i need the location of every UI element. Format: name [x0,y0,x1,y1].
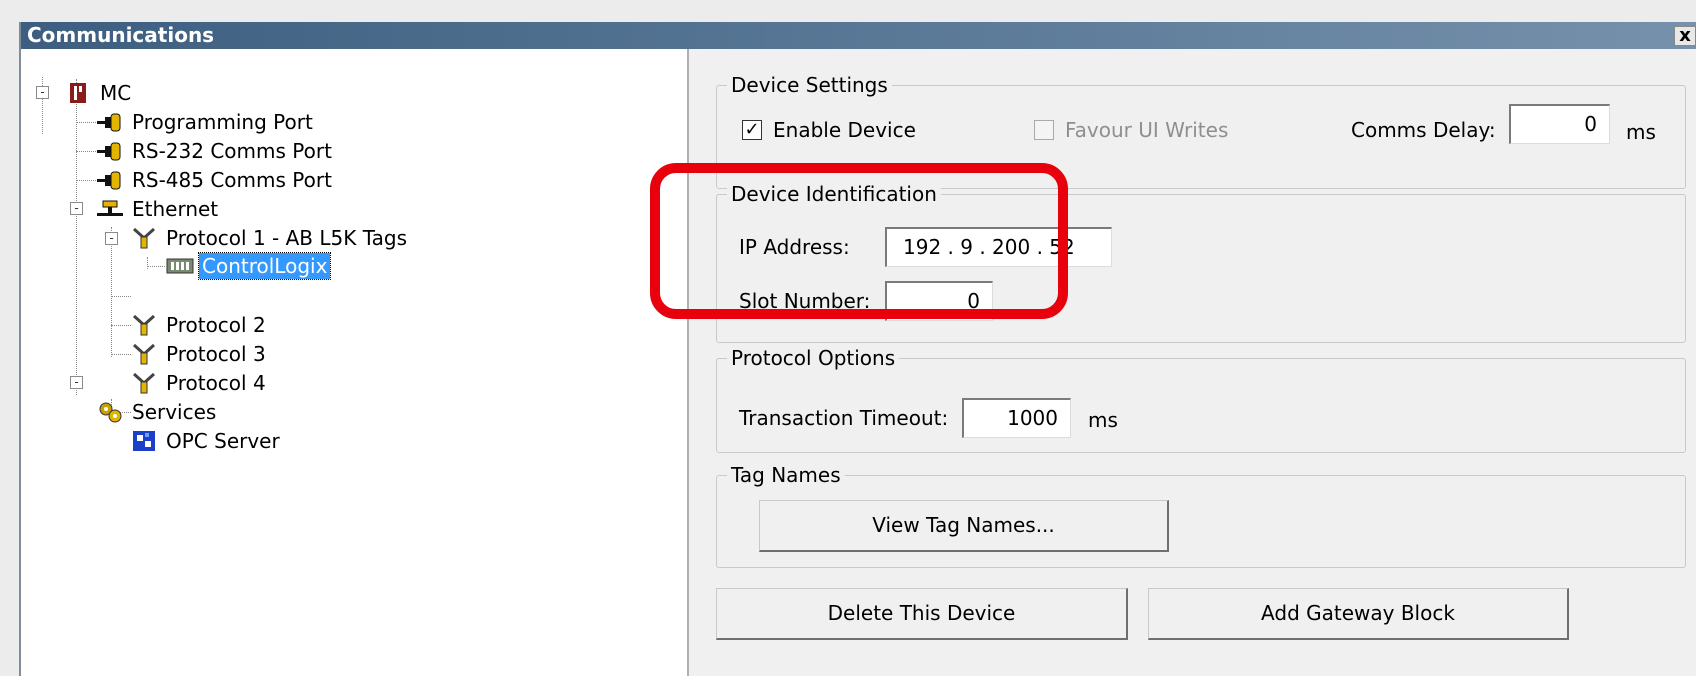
tree-item-mc[interactable]: MC [63,79,134,107]
device-settings-title: Device Settings [727,72,892,98]
transaction-timeout-unit: ms [1088,408,1118,432]
port-connector-icon [95,139,125,163]
tree-item-label: Protocol 2 [166,313,266,337]
comms-delay-input[interactable]: 0 [1509,104,1610,144]
network-icon [95,197,125,221]
close-button[interactable]: x [1674,26,1696,46]
tree-connector [111,227,112,357]
favour-ui-writes-checkbox [1034,120,1054,140]
transaction-timeout-label: Transaction Timeout: [739,406,949,430]
ip-address-label: IP Address: [739,235,850,259]
tree-item-label: Services [132,400,217,424]
tree-item-label: RS-232 Comms Port [132,139,332,163]
view-tag-names-button[interactable]: View Tag Names... [759,500,1169,552]
protocol-icon [129,313,159,337]
protocol-icon [129,371,159,395]
tree-connector [111,296,131,297]
tree-connector [147,257,148,269]
tree-item-protocol-4[interactable]: Protocol 4 [129,369,269,397]
tree-connector [76,180,96,181]
communications-window: Communications x - - - - MC Programming … [19,22,1696,676]
transaction-timeout-input[interactable]: 1000 [962,398,1071,438]
tree-item-label: Protocol 3 [166,342,266,366]
window-titlebar[interactable]: Communications x [21,22,1696,49]
tree-item-rs485-port[interactable]: RS-485 Comms Port [95,166,335,194]
gears-icon [95,400,125,424]
port-connector-icon [95,110,125,134]
device-identification-title: Device Identification [727,181,941,207]
slot-number-input[interactable]: 0 [885,281,993,321]
opc-server-icon [129,429,159,453]
comms-delay-label: Comms Delay: [1351,118,1496,142]
protocol-options-title: Protocol Options [727,345,900,371]
collapse-services-toggle[interactable]: - [70,376,83,389]
tree-item-label: Protocol 4 [166,371,266,395]
tree-item-services[interactable]: Services [95,398,219,426]
tree-connector [147,266,165,267]
tree-item-label-selected: ControlLogix [197,252,332,280]
tree-item-label: OPC Server [166,429,280,453]
tree-item-label: Programming Port [132,110,313,134]
tree-item-ethernet[interactable]: Ethernet [95,195,221,223]
plc-rack-icon [63,81,93,105]
tree-connector [76,151,96,152]
window-title: Communications [27,23,215,47]
controller-module-icon [165,254,195,278]
tree-item-label: Ethernet [132,197,219,221]
tree-connector [111,354,131,355]
tree-connector [76,122,96,123]
slot-number-label: Slot Number: [739,289,871,313]
collapse-protocol1-toggle[interactable]: - [105,232,118,245]
tree-item-label: RS-485 Comms Port [132,168,332,192]
favour-ui-writes-label: Favour UI Writes [1065,118,1229,142]
tag-names-title: Tag Names [727,462,845,488]
device-tree[interactable]: - - - - MC Programming Port RS-232 Comms… [21,49,689,676]
tree-item-rs232-port[interactable]: RS-232 Comms Port [95,137,335,165]
tree-item-label: Protocol 1 - AB L5K Tags [166,226,407,250]
delete-device-button[interactable]: Delete This Device [716,588,1128,640]
enable-device-label[interactable]: Enable Device [773,117,916,143]
tree-connector [111,325,131,326]
tree-item-protocol-2[interactable]: Protocol 2 [129,311,269,339]
comms-delay-unit: ms [1626,120,1656,144]
add-gateway-block-button[interactable]: Add Gateway Block [1148,588,1569,640]
device-identification-group: Device Identification [716,181,1686,343]
tree-item-mc-label: MC [100,81,132,105]
collapse-root-toggle[interactable]: - [36,86,49,99]
tree-item-opc-server[interactable]: OPC Server [129,427,283,455]
tree-item-programming-port[interactable]: Programming Port [95,108,316,136]
collapse-ethernet-toggle[interactable]: - [70,202,83,215]
tree-item-protocol-1[interactable]: Protocol 1 - AB L5K Tags [129,224,410,252]
tree-item-protocol-3[interactable]: Protocol 3 [129,340,269,368]
tree-item-controllogix[interactable]: ControlLogix [165,252,332,280]
enable-device-checkbox[interactable]: ✓ [742,120,762,140]
port-connector-icon [95,168,125,192]
protocol-icon [129,342,159,366]
tree-connector [76,79,77,395]
protocol-icon [129,226,159,250]
ip-address-input[interactable]: 192 . 9 . 200 . 52 [885,227,1112,267]
